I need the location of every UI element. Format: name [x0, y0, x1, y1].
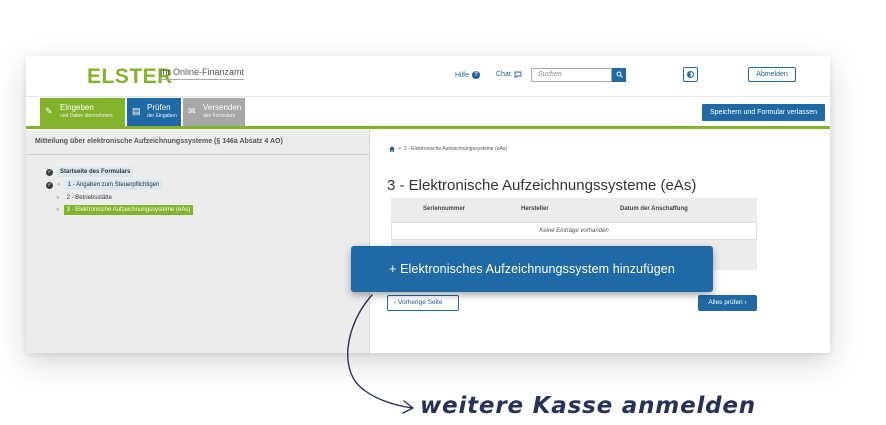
- home-icon[interactable]: [389, 146, 395, 152]
- check-icon: ✓: [46, 181, 53, 189]
- nav-item-angaben[interactable]: ✓ ● 1 - Angaben zum Steuerpflichtigen: [46, 180, 163, 190]
- logo-subtitle: Ihr Online-Finanzamt: [160, 67, 245, 80]
- nav-item-label: 3 - Elektronische Aufzeichnungssysteme (…: [63, 205, 194, 215]
- check-icon: ✓: [46, 168, 53, 176]
- help-label: Hilfe: [455, 71, 470, 79]
- annotation-text: weitere Kasse anmelden: [420, 393, 756, 419]
- app-window: ELSTER Ihr Online-Finanzamt Hilfe ? Chat…: [26, 56, 830, 353]
- breadcrumb: > 3 - Elektronische Aufzeichnungssysteme…: [389, 146, 507, 152]
- divider: [26, 154, 369, 155]
- bullet-icon: ●: [56, 195, 60, 201]
- previous-page-button[interactable]: ‹ Vorherige Seite: [387, 295, 459, 311]
- page-title: 3 - Elektronische Aufzeichnungssysteme (…: [387, 177, 697, 194]
- nav-item-label: 1 - Angaben zum Steuerpflichtigen: [64, 180, 163, 190]
- previous-page-label: Vorherige Seite: [397, 299, 443, 306]
- nav-item-betriebsstaette[interactable]: ● 2 - Betriebsstätte: [56, 193, 115, 203]
- edit-icon: ✎: [45, 106, 53, 116]
- top-bar: ELSTER Ihr Online-Finanzamt Hilfe ? Chat…: [26, 56, 830, 96]
- check-all-button[interactable]: Alles prüfen ›: [698, 295, 757, 311]
- nav-item-label: Startseite des Formulars: [57, 167, 134, 177]
- chevron-right-icon: ›: [744, 299, 747, 306]
- search-input[interactable]: Suchen: [531, 68, 612, 82]
- nav-item-eas[interactable]: ● 3 - Elektronische Aufzeichnungssysteme…: [56, 205, 194, 215]
- clipboard-icon: ▤: [132, 106, 141, 116]
- step-sub: der Eingaben: [147, 113, 177, 119]
- help-link[interactable]: Hilfe ?: [455, 71, 481, 79]
- step-sub: des Formulars: [203, 113, 235, 119]
- form-title: Mitteilung über elektronische Aufzeichnu…: [35, 138, 283, 145]
- contrast-toggle[interactable]: [683, 67, 698, 82]
- step-pruefen[interactable]: ▤ Prüfen der Eingaben: [127, 98, 181, 126]
- check-all-label: Alles prüfen: [708, 299, 743, 306]
- nav-item-startseite[interactable]: ✓ Startseite des Formulars: [46, 167, 134, 177]
- column-header[interactable]: Seriennummer: [423, 206, 465, 212]
- add-system-button[interactable]: + Elektronisches Aufzeichnungssystem hin…: [351, 246, 713, 292]
- empty-row: Keine Einträge vorhanden: [391, 222, 757, 240]
- step-eingeben[interactable]: ✎ Eingeben und Daten übernehmen: [40, 98, 125, 126]
- bullet-icon: ●: [57, 182, 61, 188]
- logout-button[interactable]: Abmelden: [748, 67, 796, 82]
- chat-label: Chat: [496, 71, 511, 78]
- column-header[interactable]: Datum der Anschaffung: [620, 206, 688, 212]
- search-button[interactable]: [612, 68, 626, 82]
- save-and-exit-button[interactable]: Speichern und Formular verlassen: [702, 104, 825, 121]
- step-sub: und Daten übernehmen: [60, 113, 113, 119]
- main-content: > 3 - Elektronische Aufzeichnungssysteme…: [351, 130, 830, 353]
- chevron-left-icon: ‹: [394, 299, 397, 306]
- chat-icon: [514, 71, 522, 78]
- chat-link[interactable]: Chat: [496, 71, 522, 78]
- bullet-icon: ●: [56, 207, 60, 213]
- breadcrumb-separator: >: [398, 146, 401, 152]
- step-bar-underline: [26, 126, 830, 129]
- send-icon: ✉: [188, 106, 196, 116]
- column-header[interactable]: Hersteller: [521, 206, 549, 212]
- step-label: Versenden: [203, 103, 242, 112]
- step-versenden[interactable]: ✉ Versenden des Formulars: [183, 98, 245, 126]
- nav-item-label: 2 - Betriebsstätte: [66, 195, 112, 201]
- step-label: Prüfen: [147, 103, 171, 112]
- help-icon: ?: [472, 71, 481, 79]
- search-icon: [616, 71, 623, 78]
- contrast-icon: [687, 71, 694, 78]
- step-label: Eingeben: [60, 103, 94, 112]
- breadcrumb-current: 3 - Elektronische Aufzeichnungssysteme (…: [403, 146, 508, 152]
- form-navigation-panel: Mitteilung über elektronische Aufzeichnu…: [26, 130, 370, 353]
